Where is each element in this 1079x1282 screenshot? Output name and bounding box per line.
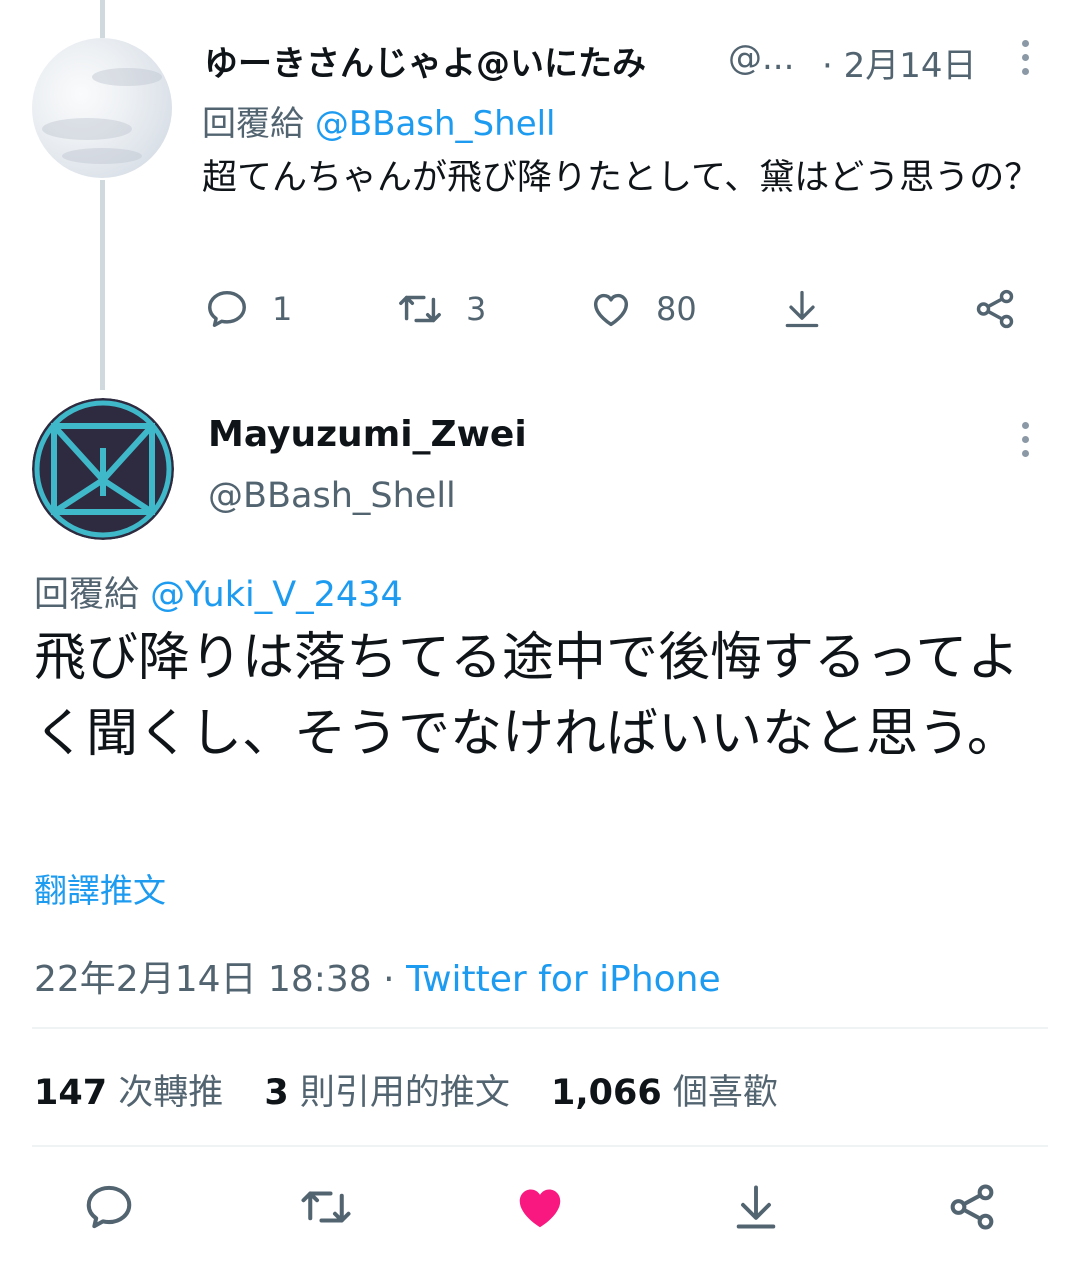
download-button[interactable]	[780, 286, 824, 332]
retweet-button[interactable]	[298, 1180, 354, 1238]
translate-tweet-link[interactable]: 翻譯推文	[34, 864, 166, 912]
avatar[interactable]	[32, 38, 172, 178]
avatar[interactable]	[32, 398, 174, 540]
main-action-bar	[0, 1180, 1079, 1240]
author-name[interactable]: Mayuzumi_Zwei	[208, 414, 527, 455]
reply-to-prefix: 回覆給	[202, 104, 304, 144]
reply-to-line: 回覆給 @Yuki_V_2434	[34, 566, 403, 617]
tweet-text: 飛び降りは落ちてる途中で後悔するってよく聞くし、そうでなければいいなと思う。	[34, 628, 1020, 764]
author-name[interactable]: ゆーきさんじゃよ@いにたみ	[204, 36, 646, 85]
retweet-icon	[301, 1191, 351, 1223]
reply-icon	[86, 1185, 132, 1229]
retweet-button[interactable]: 3	[396, 286, 486, 332]
likes-count: 1,066	[551, 1073, 662, 1113]
thread-line	[100, 180, 105, 390]
like-count: 80	[656, 290, 697, 328]
likes-label: 個喜歡	[672, 1073, 778, 1113]
tweet-text: 超てんちゃんが飛び降りたとして、黛はどう思うの？	[202, 158, 1040, 198]
quotes-label: 則引用的推文	[299, 1073, 510, 1113]
download-icon	[736, 1185, 776, 1229]
retweets-label: 次轉推	[118, 1073, 224, 1113]
retweet-count: 3	[466, 290, 487, 328]
reply-button[interactable]	[82, 1180, 136, 1238]
tweet-action-bar: 1 3 80	[202, 286, 1032, 336]
retweet-icon	[399, 295, 441, 323]
tweet-detail-page: ゆーきさんじゃよ@いにたみ @... · 2月14日 回覆給 @BBash_Sh…	[0, 0, 1079, 1282]
share-button[interactable]	[944, 1180, 1000, 1238]
tweet-stats: 147 次轉推 3 則引用的推文 1,066 個喜歡	[34, 1064, 808, 1115]
quotes-count: 3	[264, 1073, 289, 1113]
like-icon	[593, 293, 629, 327]
reply-to-line: 回覆給 @BBash_Shell	[202, 96, 556, 145]
meta-separator: ·	[371, 959, 407, 1000]
likes-stat[interactable]: 1,066 個喜歡	[551, 1073, 778, 1113]
reply-to-prefix: 回覆給	[34, 575, 140, 615]
download-icon	[785, 290, 819, 328]
retweets-stat[interactable]: 147 次轉推	[34, 1073, 234, 1113]
author-handle[interactable]: @BBash_Shell	[208, 476, 456, 516]
tweet-date[interactable]: · 2月14日	[822, 38, 977, 87]
more-icon[interactable]	[1022, 40, 1030, 75]
like-button[interactable]: 80	[588, 286, 697, 332]
avatar-logo-icon	[32, 398, 174, 540]
download-button[interactable]	[730, 1180, 782, 1238]
reply-to-handle-link[interactable]: @BBash_Shell	[315, 104, 556, 144]
thread-line	[100, 0, 105, 38]
tweet-meta: 22年2月14日 18:38 · Twitter for iPhone	[34, 950, 721, 1002]
more-icon[interactable]	[1022, 422, 1030, 457]
tweet-source-link[interactable]: Twitter for iPhone	[406, 959, 721, 1000]
share-button[interactable]	[972, 286, 1018, 332]
reply-to-handle-link[interactable]: @Yuki_V_2434	[150, 575, 403, 615]
divider	[32, 1027, 1048, 1029]
quotes-stat[interactable]: 3 則引用的推文	[264, 1073, 521, 1113]
retweets-count: 147	[34, 1073, 108, 1113]
share-icon	[976, 289, 1014, 329]
share-icon	[950, 1184, 994, 1230]
reply-count: 1	[272, 290, 293, 328]
like-icon	[519, 1189, 561, 1228]
divider	[32, 1145, 1048, 1147]
reply-button[interactable]: 1	[204, 286, 292, 332]
like-button[interactable]	[512, 1180, 568, 1238]
author-handle[interactable]: @...	[728, 38, 794, 78]
tweet-timestamp[interactable]: 22年2月14日 18:38	[34, 959, 372, 1000]
reply-icon	[208, 290, 246, 328]
